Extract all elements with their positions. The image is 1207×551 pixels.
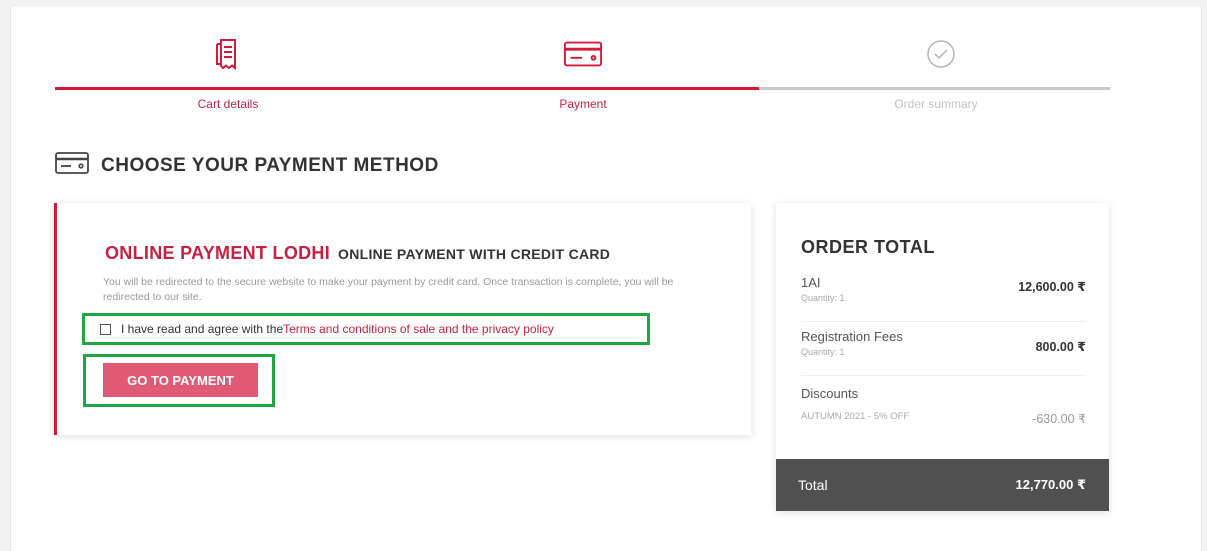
order-item-price: 800.00 ₹ bbox=[1035, 340, 1086, 354]
order-item-quantity: Quantity: 1 bbox=[801, 293, 845, 303]
divider bbox=[801, 321, 1086, 322]
discount-amount: -630.00 ₹ bbox=[1032, 412, 1086, 426]
terms-highlight: I have read and agree with the Terms and… bbox=[82, 313, 650, 345]
step-label-payment[interactable]: Payment bbox=[483, 97, 683, 111]
step-label-cart[interactable]: Cart details bbox=[128, 97, 328, 111]
receipt-icon bbox=[208, 34, 248, 74]
total-label: Total bbox=[798, 477, 828, 493]
terms-checkbox[interactable] bbox=[100, 323, 111, 335]
order-item-price: 12,600.00 ₹ bbox=[1018, 280, 1086, 294]
checkout-page: Cart details Payment Order summary CHOOS… bbox=[10, 7, 1202, 551]
step-progress-payment bbox=[407, 87, 759, 90]
page-title: CHOOSE YOUR PAYMENT METHOD bbox=[101, 154, 439, 176]
order-item: Registration Fees Quantity: 1 800.00 ₹ bbox=[801, 329, 1086, 357]
credit-card-icon bbox=[563, 34, 603, 74]
total-value: 12,770.00 ₹ bbox=[1015, 477, 1087, 492]
payment-method-subtitle: ONLINE PAYMENT WITH CREDIT CARD bbox=[338, 246, 611, 262]
order-total-card: ORDER TOTAL 1AI Quantity: 1 12,600.00 ₹ … bbox=[776, 203, 1109, 511]
step-label-summary: Order summary bbox=[894, 97, 978, 111]
terms-link[interactable]: Terms and conditions of sale and the pri… bbox=[283, 322, 554, 336]
payment-method-title: ONLINE PAYMENT LODHI ONLINE PAYMENT WITH… bbox=[105, 243, 610, 264]
payment-description: You will be redirected to the secure web… bbox=[103, 276, 674, 303]
order-total-title: ORDER TOTAL bbox=[801, 237, 935, 257]
go-to-payment-button[interactable]: GO TO PAYMENT bbox=[103, 363, 258, 397]
payment-method-card: ONLINE PAYMENT LODHI ONLINE PAYMENT WITH… bbox=[54, 203, 751, 435]
order-item: 1AI Quantity: 1 12,600.00 ₹ bbox=[801, 275, 1086, 303]
divider bbox=[801, 375, 1086, 376]
credit-card-icon bbox=[55, 151, 89, 180]
discount-row: Discounts AUTUMN 2021 - 5% OFF -630.00 ₹ bbox=[801, 386, 1086, 426]
section-heading: CHOOSE YOUR PAYMENT METHOD bbox=[55, 151, 439, 180]
step-progress-summary bbox=[759, 87, 1110, 90]
step-progress-cart bbox=[55, 87, 407, 90]
payment-provider-name: ONLINE PAYMENT LODHI bbox=[105, 243, 331, 263]
payment-button-highlight: GO TO PAYMENT bbox=[83, 354, 275, 407]
checkout-stepper: Cart details Payment Order summary bbox=[55, 7, 1110, 127]
discount-label: Discounts bbox=[801, 386, 859, 401]
terms-label: I have read and agree with the bbox=[121, 322, 284, 336]
order-total-bar: Total 12,770.00 ₹ bbox=[776, 459, 1109, 511]
check-circle-icon bbox=[921, 34, 961, 74]
